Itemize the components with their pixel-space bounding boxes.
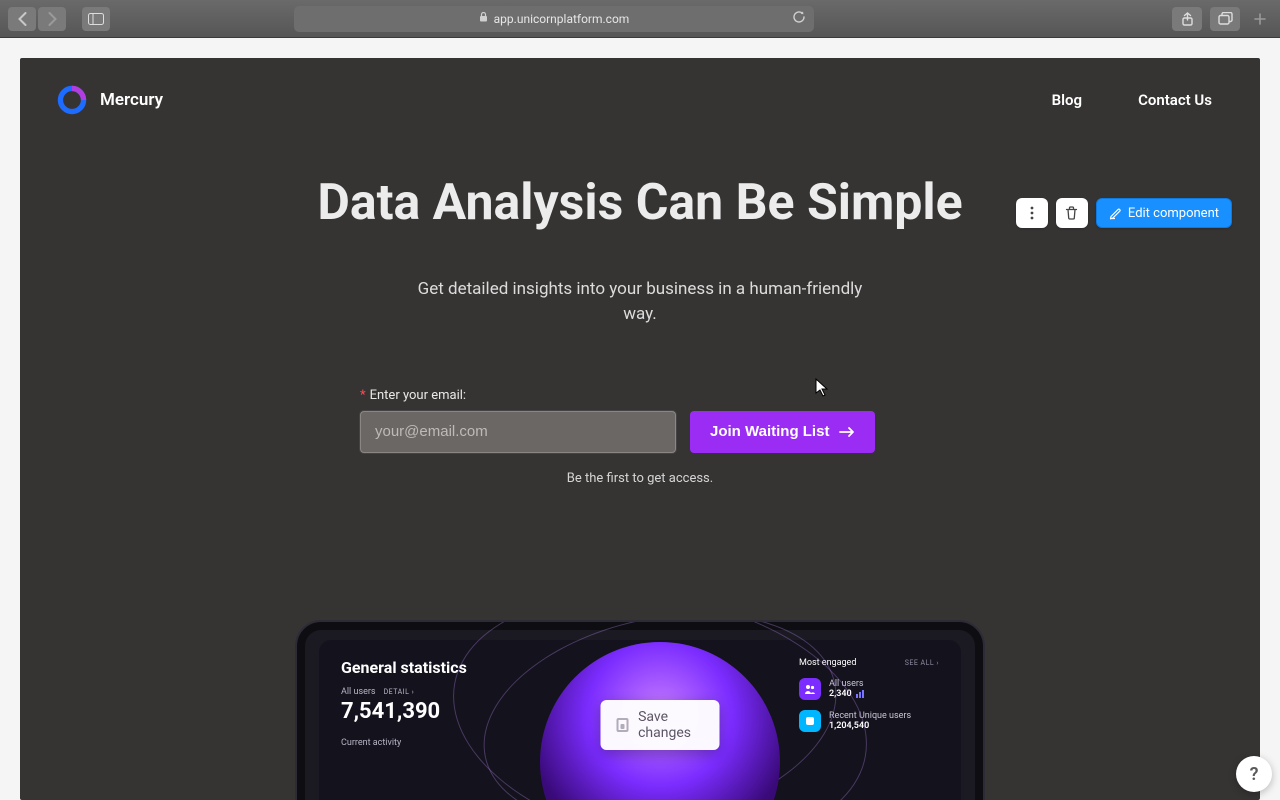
help-button[interactable]: ? [1236, 756, 1272, 792]
pencil-icon [1109, 207, 1122, 220]
share-button[interactable] [1172, 7, 1202, 31]
join-waiting-list-button[interactable]: Join Waiting List [690, 411, 875, 453]
form-hint: Be the first to get access. [320, 471, 960, 486]
help-icon: ? [1250, 764, 1259, 785]
email-label: *Enter your email: [360, 388, 960, 403]
hero-subtitle: Get detailed insights into your business… [400, 277, 880, 328]
detail-link[interactable]: DETAIL › [384, 688, 415, 696]
hero-title: Data Analysis Can Be Simple [260, 172, 1020, 235]
sparkline-icon [856, 690, 864, 698]
nav-link-contact[interactable]: Contact Us [1138, 91, 1212, 109]
arrow-right-icon [839, 426, 855, 438]
forward-button[interactable] [38, 7, 66, 31]
more-options-button[interactable] [1016, 198, 1048, 228]
brand-name: Mercury [100, 90, 163, 110]
site-header: Mercury Blog Contact Us [20, 58, 1260, 142]
delete-component-button[interactable] [1056, 198, 1088, 228]
email-signup-form: *Enter your email: Join Waiting List Be … [360, 388, 960, 486]
component-editor-toolbar: Edit component [1016, 198, 1232, 228]
sidebar-toggle-button[interactable] [82, 7, 110, 31]
required-asterisk: * [360, 388, 366, 403]
browser-toolbar: app.unicornplatform.com [0, 0, 1280, 38]
join-button-label: Join Waiting List [710, 423, 829, 440]
new-tab-button[interactable] [1248, 7, 1272, 31]
edit-component-label: Edit component [1128, 206, 1219, 221]
address-bar[interactable]: app.unicornplatform.com [294, 6, 814, 32]
more-vertical-icon [1030, 206, 1034, 220]
brand[interactable]: Mercury [56, 84, 163, 116]
nav-link-blog[interactable]: Blog [1052, 91, 1082, 109]
brand-logo-icon [56, 84, 88, 116]
see-all-link[interactable]: SEE ALL › [905, 659, 939, 667]
email-input[interactable] [360, 411, 676, 453]
website-canvas: Mercury Blog Contact Us Edit component D… [20, 58, 1260, 800]
tabs-button[interactable] [1210, 7, 1240, 31]
all-users-label: All users [341, 687, 376, 697]
save-icon [617, 718, 629, 732]
save-changes-button[interactable]: Save changes [601, 700, 720, 750]
main-nav: Blog Contact Us [1052, 91, 1224, 109]
url-text: app.unicornplatform.com [494, 12, 630, 26]
edit-component-button[interactable]: Edit component [1096, 198, 1232, 228]
lock-icon [479, 12, 488, 25]
reload-icon[interactable] [792, 10, 806, 27]
back-button[interactable] [8, 7, 36, 31]
trash-icon [1065, 206, 1078, 220]
globe-visual: Save changes [541, 658, 779, 782]
viewport: Mercury Blog Contact Us Edit component D… [0, 38, 1280, 800]
save-changes-label: Save changes [638, 709, 703, 741]
device-mockup: General statistics All users DETAIL › 7,… [295, 620, 985, 800]
